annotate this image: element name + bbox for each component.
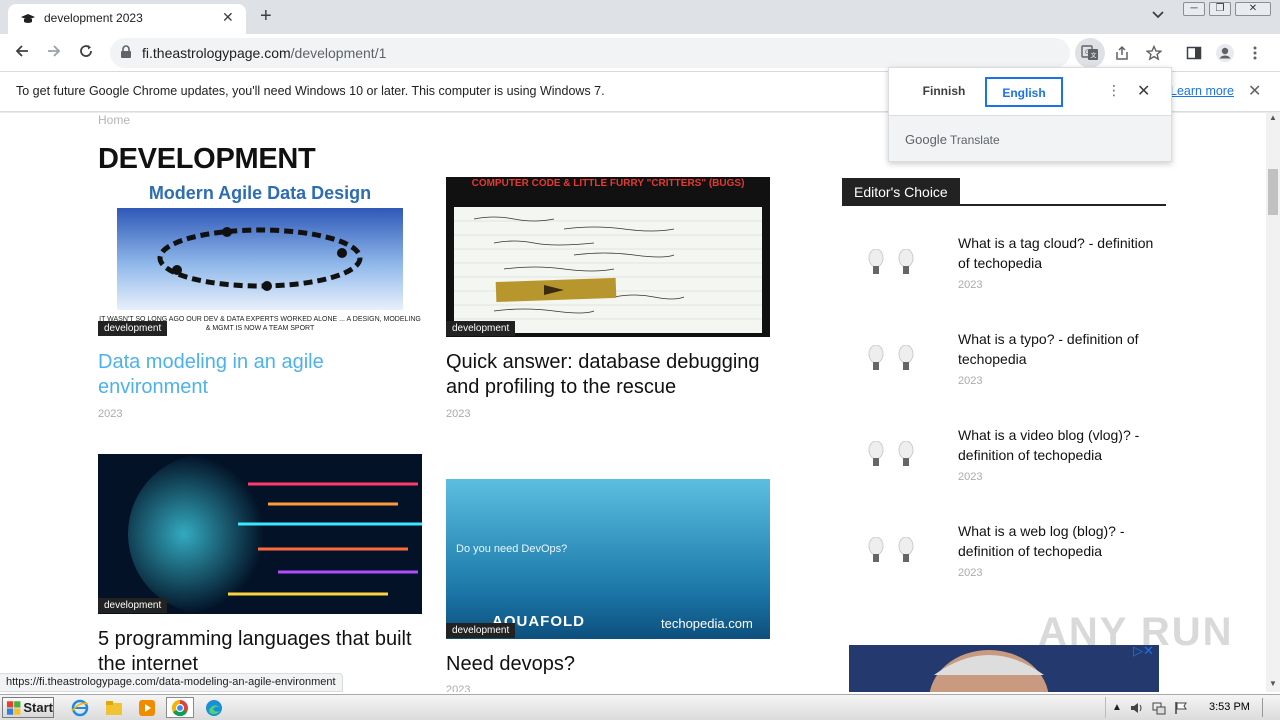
category-badge[interactable]: development <box>446 321 516 336</box>
internet-explorer-icon[interactable] <box>66 697 94 718</box>
sidebar-item-date: 2023 <box>958 279 983 291</box>
minimize-button[interactable]: ─ <box>1183 2 1205 16</box>
graduation-cap-icon <box>21 14 35 23</box>
category-badge[interactable]: development <box>446 623 516 638</box>
lightbulb-icon <box>868 249 884 274</box>
page-title: DEVELOPMENT <box>98 143 316 175</box>
lightbulb-icon <box>868 441 884 466</box>
show-desktop-button[interactable] <box>1262 698 1276 717</box>
translate-popup: Finnish English ⋮ ✕ Google Translate <box>888 67 1172 162</box>
editors-choice-divider <box>842 204 1166 206</box>
tab-strip: development 2023 ✕ + ─ ❐ ✕ <box>0 0 1280 34</box>
editors-choice-header: Editor's Choice <box>842 178 960 205</box>
sidebar-item-title[interactable]: What is a video blog (vlog)? - definitio… <box>958 425 1168 465</box>
lightbulb-icon <box>898 537 914 562</box>
post-thumbnail-data-modeling[interactable]: Modern Agile Data Design IT WASN'T SO LO… <box>98 177 422 337</box>
chrome-menu-icon[interactable] <box>1244 42 1266 64</box>
network-icon[interactable] <box>1152 701 1166 715</box>
anyrun-watermark: ANY RUN <box>1038 610 1234 654</box>
sidebar-item-title[interactable]: What is a tag cloud? - definition of tec… <box>958 233 1168 273</box>
browser-tab[interactable]: development 2023 ✕ <box>8 4 246 34</box>
new-tab-button[interactable]: + <box>260 5 272 28</box>
digital-globe-image <box>128 454 422 614</box>
thumbnail-text: Do you need DevOps? <box>456 543 568 555</box>
lightbulb-icon <box>898 249 914 274</box>
post-title-data-modeling[interactable]: Data modeling in an agile environment <box>98 350 428 400</box>
address-bar[interactable]: fi.theastrologypage.com/development/1 <box>110 38 1070 68</box>
lightbulb-icon <box>898 441 914 466</box>
edge-icon[interactable] <box>200 697 228 718</box>
post-date: 2023 <box>446 408 471 420</box>
lightbulb-icon <box>868 537 884 562</box>
media-player-icon[interactable] <box>133 697 161 718</box>
post-date: 2023 <box>98 408 123 420</box>
forward-button[interactable] <box>42 41 66 65</box>
post-thumbnail-debugging[interactable]: COMPUTER CODE & LITTLE FURRY "CRITTERS" … <box>446 177 770 337</box>
taskbar-clock[interactable]: 3:53 PM <box>1209 701 1250 713</box>
source-language-tab[interactable]: Finnish <box>903 77 985 107</box>
action-center-flag-icon[interactable] <box>1174 701 1188 715</box>
category-badge[interactable]: development <box>98 321 168 336</box>
scrollbar-thumb[interactable] <box>1268 169 1278 215</box>
logbook-image <box>454 207 762 333</box>
svg-text:文: 文 <box>1091 52 1097 60</box>
breadcrumb[interactable]: Home <box>98 113 130 127</box>
google-translate-brand: Google Translate <box>905 132 1000 147</box>
tab-close-icon[interactable]: ✕ <box>222 9 234 26</box>
file-explorer-icon[interactable] <box>100 697 128 718</box>
back-button[interactable] <box>10 41 34 65</box>
category-badge[interactable]: development <box>98 598 168 613</box>
volume-icon[interactable] <box>1130 701 1144 715</box>
translate-page-button[interactable]: G文 <box>1075 38 1105 68</box>
page-scrollbar[interactable]: ▲ ▼ <box>1266 113 1280 692</box>
thumbnail-heading: COMPUTER CODE & LITTLE FURRY "CRITTERS" … <box>471 178 745 189</box>
chrome-taskbar-icon[interactable] <box>166 697 194 718</box>
sidebar-item-date: 2023 <box>958 375 983 387</box>
infobar-message: To get future Google Chrome updates, you… <box>16 84 605 98</box>
url-text: fi.theastrologypage.com/development/1 <box>142 45 387 61</box>
start-label: Start <box>23 700 53 715</box>
translate-popup-header: Finnish English ⋮ ✕ <box>889 68 1171 116</box>
translate-close-icon[interactable]: ✕ <box>1137 81 1150 101</box>
post-thumbnail-programming-languages[interactable] <box>98 454 422 614</box>
windows-logo-icon <box>6 700 21 715</box>
bookmark-star-icon[interactable] <box>1143 42 1165 64</box>
profile-avatar-icon[interactable] <box>1214 42 1236 64</box>
tab-search-chevron-icon[interactable] <box>1152 8 1164 22</box>
translate-options-icon[interactable]: ⋮ <box>1107 82 1121 99</box>
svg-text:G: G <box>1085 49 1090 56</box>
sidebar-item-title[interactable]: What is a typo? - definition of techoped… <box>958 329 1168 369</box>
lightbulb-icon <box>868 345 884 370</box>
post-thumbnail-devops[interactable]: Do you need DevOps? AQUAFOLD techopedia.… <box>446 479 770 639</box>
web-page: Home DEVELOPMENT Modern Agile Data Desig… <box>0 113 1266 692</box>
post-date: 2023 <box>446 684 471 692</box>
restore-button[interactable]: ❐ <box>1209 2 1231 16</box>
scroll-up-icon[interactable]: ▲ <box>1269 113 1277 122</box>
windows-taskbar: Start ▲ 3:53 PM <box>0 694 1280 720</box>
reload-button[interactable] <box>74 41 98 65</box>
post-title-programming-languages[interactable]: 5 programming languages that built the i… <box>98 627 438 677</box>
start-button[interactable]: Start <box>2 697 54 718</box>
techopedia-logo: techopedia.com <box>661 616 753 631</box>
learn-more-link[interactable]: Learn more <box>1170 84 1234 98</box>
share-icon[interactable] <box>1111 42 1133 64</box>
skydivers-image <box>117 208 403 310</box>
lightbulb-icon <box>898 345 914 370</box>
scroll-down-icon[interactable]: ▼ <box>1269 679 1277 688</box>
thumbnail-heading: Modern Agile Data Design <box>148 183 372 203</box>
infobar-close-icon[interactable]: ✕ <box>1248 81 1261 101</box>
tray-expand-icon[interactable]: ▲ <box>1112 702 1122 713</box>
status-bubble: https://fi.theastrologypage.com/data-mod… <box>0 673 343 692</box>
post-title-devops[interactable]: Need devops? <box>446 652 776 677</box>
translate-icon: G文 <box>1081 45 1098 60</box>
sidebar-item-title[interactable]: What is a web log (blog)? - definition o… <box>958 521 1168 561</box>
side-panel-icon[interactable] <box>1183 42 1205 64</box>
sidebar-item-date: 2023 <box>958 567 983 579</box>
target-language-tab[interactable]: English <box>985 77 1063 107</box>
window-close-button[interactable]: ✕ <box>1235 2 1271 16</box>
sidebar-item-date: 2023 <box>958 471 983 483</box>
tab-title: development 2023 <box>44 11 143 25</box>
lock-icon[interactable] <box>120 45 132 59</box>
post-title-debugging[interactable]: Quick answer: database debugging and pro… <box>446 350 776 400</box>
